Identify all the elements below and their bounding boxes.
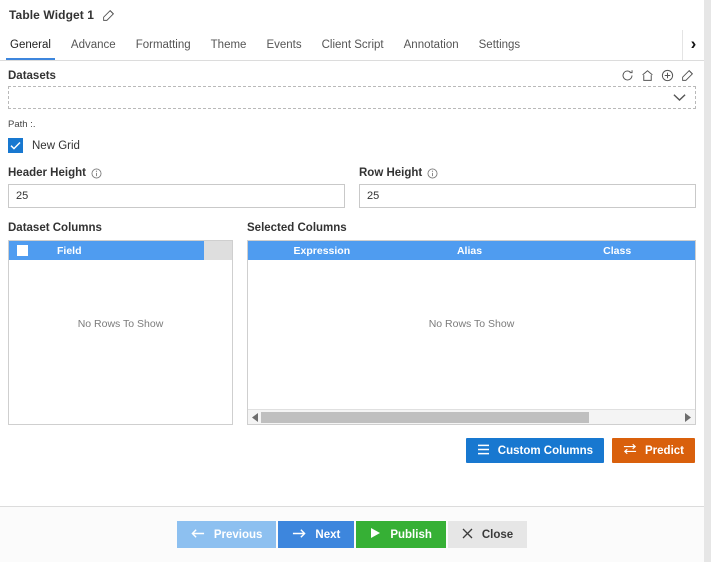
tab-settings[interactable]: Settings	[469, 30, 531, 60]
x-icon	[462, 528, 473, 542]
general-tab-panel: Datasets	[0, 61, 704, 506]
column-header-expression[interactable]: Expression	[248, 241, 396, 260]
grid-header-end-pad	[204, 241, 232, 260]
selected-columns-grid-header: Expression Alias Class	[248, 241, 695, 260]
header-height-field-group: Header Height	[8, 167, 345, 208]
chevron-down-icon[interactable]	[673, 89, 686, 107]
datasets-select[interactable]	[8, 86, 696, 109]
tab-label: Formatting	[136, 39, 191, 51]
close-button[interactable]: Close	[448, 521, 527, 548]
selected-columns-grid-body: No Rows To Show	[248, 260, 695, 409]
dialog-titlebar: Table Widget 1	[0, 0, 704, 30]
tab-formatting[interactable]: Formatting	[126, 30, 201, 60]
header-height-label-row: Header Height	[8, 167, 345, 179]
next-label: Next	[315, 529, 340, 541]
selected-columns-panel: Selected Columns Expression Alias Class …	[247, 222, 696, 425]
tab-label: Events	[266, 39, 301, 51]
row-height-input[interactable]	[359, 184, 696, 208]
tab-general[interactable]: General	[0, 30, 61, 60]
tab-client-script[interactable]: Client Script	[312, 30, 394, 60]
next-button[interactable]: Next	[278, 521, 354, 548]
dataset-columns-title: Dataset Columns	[8, 222, 233, 234]
page-title: Table Widget 1	[9, 8, 94, 22]
tab-theme[interactable]: Theme	[201, 30, 257, 60]
selected-columns-grid: Expression Alias Class No Rows To Show	[247, 240, 696, 425]
custom-columns-label: Custom Columns	[498, 445, 593, 457]
tab-label: Client Script	[322, 39, 384, 51]
column-header-class[interactable]: Class	[543, 241, 695, 260]
hamburger-menu-icon	[477, 444, 490, 458]
dataset-columns-grid: Field No Rows To Show	[8, 240, 233, 425]
tab-events[interactable]: Events	[256, 30, 311, 60]
dataset-columns-grid-body: No Rows To Show	[9, 260, 232, 424]
scrollbar-track[interactable]	[261, 412, 682, 423]
table-widget-config-dialog: Table Widget 1 General Advance Formattin…	[0, 0, 711, 562]
selected-columns-horizontal-scrollbar[interactable]	[248, 409, 695, 424]
publish-button[interactable]: Publish	[356, 521, 446, 548]
pencil-edit-icon[interactable]	[681, 69, 694, 82]
chevron-right-icon[interactable]: ›	[682, 30, 704, 60]
scrollbar-thumb[interactable]	[261, 412, 589, 423]
right-edge-strip	[704, 0, 711, 562]
new-grid-row: New Grid	[8, 138, 696, 153]
tabs-scroll-container: General Advance Formatting Theme Events …	[0, 30, 682, 60]
select-all-checkbox-cell	[9, 241, 35, 260]
dataset-columns-empty-text: No Rows To Show	[78, 318, 164, 330]
dialog-footer: Previous Next Publish Close	[0, 506, 704, 562]
selected-columns-empty-text: No Rows To Show	[429, 318, 515, 330]
info-icon[interactable]	[427, 168, 438, 179]
custom-columns-button[interactable]: Custom Columns	[466, 438, 604, 463]
header-height-label: Header Height	[8, 167, 86, 179]
refresh-icon[interactable]	[621, 69, 634, 82]
swap-arrows-icon	[623, 443, 637, 458]
triangle-right-icon[interactable]	[682, 413, 693, 422]
path-row: Path :.	[8, 114, 696, 132]
arrow-left-icon	[191, 528, 205, 542]
play-icon	[370, 527, 381, 542]
dataset-columns-panel: Dataset Columns Field No Rows To Show	[8, 222, 233, 425]
column-actions: Custom Columns Predict	[8, 438, 696, 463]
arrow-right-icon	[292, 528, 306, 542]
plus-circle-icon[interactable]	[661, 69, 674, 82]
dataset-columns-grid-header: Field	[9, 241, 232, 260]
column-header-alias[interactable]: Alias	[396, 241, 544, 260]
tab-label: Advance	[71, 39, 116, 51]
new-grid-label: New Grid	[32, 140, 80, 152]
select-all-checkbox[interactable]	[17, 245, 28, 256]
tab-bar: General Advance Formatting Theme Events …	[0, 30, 704, 61]
datasets-toolbar	[621, 69, 696, 82]
columns-row: Dataset Columns Field No Rows To Show	[8, 222, 696, 425]
pencil-edit-icon[interactable]	[102, 9, 115, 22]
row-height-label: Row Height	[359, 167, 422, 179]
triangle-left-icon[interactable]	[250, 413, 261, 422]
datasets-header-row: Datasets	[8, 69, 696, 82]
close-label: Close	[482, 529, 513, 541]
publish-label: Publish	[390, 529, 432, 541]
tab-label: Theme	[211, 39, 247, 51]
selected-columns-title: Selected Columns	[247, 222, 696, 234]
header-height-input[interactable]	[8, 184, 345, 208]
row-height-field-group: Row Height	[359, 167, 696, 208]
column-header-field[interactable]: Field	[35, 241, 204, 260]
predict-button[interactable]: Predict	[612, 438, 695, 463]
tab-label: Settings	[479, 39, 521, 51]
row-height-label-row: Row Height	[359, 167, 696, 179]
tab-label: Annotation	[404, 39, 459, 51]
previous-button[interactable]: Previous	[177, 521, 277, 548]
previous-label: Previous	[214, 529, 263, 541]
predict-label: Predict	[645, 445, 684, 457]
tab-annotation[interactable]: Annotation	[394, 30, 469, 60]
home-icon[interactable]	[641, 69, 654, 82]
info-icon[interactable]	[91, 168, 102, 179]
tab-label: General	[10, 39, 51, 51]
tab-advance[interactable]: Advance	[61, 30, 126, 60]
path-label: Path :.	[8, 119, 35, 130]
new-grid-checkbox[interactable]	[8, 138, 23, 153]
heights-row: Header Height Row Height	[8, 167, 696, 208]
datasets-label: Datasets	[8, 70, 56, 82]
